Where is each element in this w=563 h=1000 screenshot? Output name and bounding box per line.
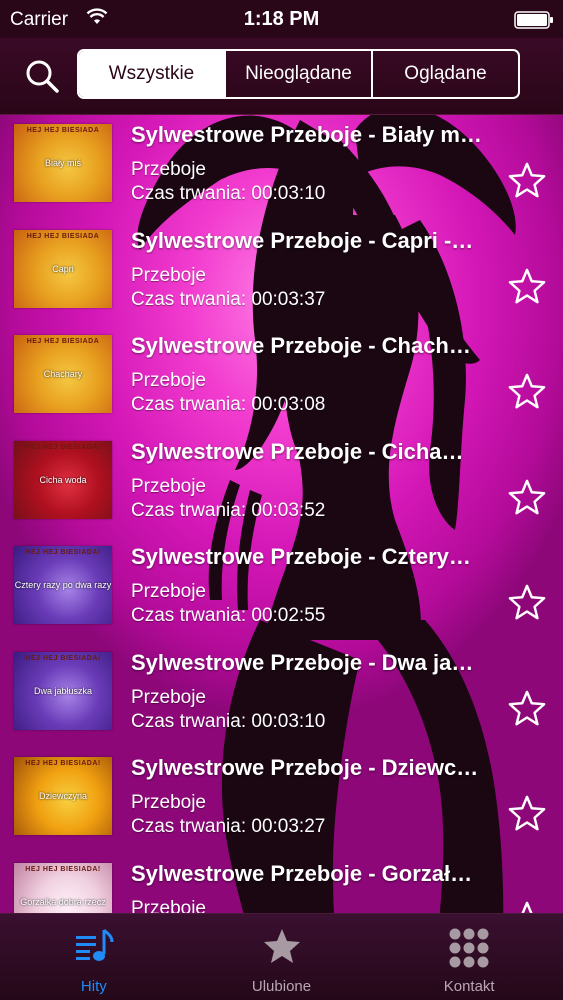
segment-unwatched[interactable]: Nieoglądane (224, 51, 371, 97)
thumbnail-header: HEJ HEJ BIESIADA! (25, 865, 101, 873)
song-duration: Czas trwania: 00:03:37 (131, 288, 326, 310)
song-category: Przeboje (131, 264, 206, 286)
star-outline-icon (515, 901, 539, 913)
star-outline-icon (508, 162, 546, 198)
song-category: Przeboje (131, 581, 206, 602)
song-row[interactable]: HEJ HEJ BIESIADA! Cicha woda Sylwestrowe P… (0, 433, 563, 538)
star-outline-icon (508, 690, 546, 725)
song-category: Przeboje (131, 686, 206, 708)
thumbnail-label: Gorzałka dobra rzecz (20, 896, 106, 907)
song-duration: Czas trwania: 00:03:08 (131, 394, 326, 415)
thumbnail-header: HEJ HEJ BIESIADA (26, 127, 100, 134)
tab-ulubione[interactable]: Ulubione (188, 914, 376, 1000)
song-thumbnail: HEJ HEJ BIESIADA Chachary (14, 335, 112, 413)
song-thumbnail: HEJ HEJ BIESIADA Biały miś (14, 124, 112, 202)
favorite-star-button[interactable] (508, 372, 546, 410)
tab-kontakt-label: Kontakt (443, 978, 495, 995)
song-category: Przeboje (131, 792, 206, 813)
tab-hity-label: Hity (80, 978, 107, 995)
favorite-star-button[interactable] (508, 161, 546, 199)
song-duration: Czas trwania: 00:03:52 (131, 499, 326, 521)
thumbnail-label: Dwa jabłuszka (33, 685, 93, 696)
thumbnail-header: HEJ HEJ BIESIADA! (25, 760, 101, 767)
song-thumbnail: HEJ HEJ BIESIADA! Gorzałka dobra rzecz (14, 862, 112, 913)
song-duration: Czas trwania: 00:03:10 (131, 183, 326, 204)
favorite-star-button[interactable] (508, 478, 546, 516)
song-thumbnail: HEJ HEJ BIESIADA! Cztery razy po dwa razy (14, 546, 112, 624)
thumbnail-header: HEJ HEJ BIESIADA! (25, 549, 101, 556)
song-title: Sylwestrowe Przeboje - Cicha… (131, 438, 464, 464)
thumbnail-label: Capri (52, 263, 74, 274)
app-screen: Carrier 1:18 PM Wszystkie Nieoglądane Og… (0, 0, 563, 1000)
status-bar: Carrier 1:18 PM (0, 0, 563, 38)
song-title: Sylwestrowe Przeboje - Cztery… (131, 544, 471, 569)
tab-hity[interactable]: Hity (0, 914, 188, 1000)
song-row[interactable]: HEJ HEJ BIESIADA! Gorzałka dobra rzecz Syl… (0, 855, 563, 914)
song-title: Sylwestrowe Przeboje - Gorzał… (131, 860, 473, 886)
song-row[interactable]: HEJ HEJ BIESIADA! Dziewczyna Sylwestrowe P… (0, 749, 563, 854)
song-thumbnail: HEJ HEJ BIESIADA! Dwa jabłuszka (14, 651, 112, 730)
song-row[interactable]: HEJ HEJ BIESIADA Biały miś Sylwestrowe Prz… (0, 116, 563, 221)
star-icon (263, 929, 300, 963)
song-row[interactable]: HEJ HEJ BIESIADA Capri Sylwestrowe Przeboj… (0, 222, 563, 327)
song-title: Sylwestrowe Przeboje - Dwa ja… (131, 649, 474, 675)
song-category: Przeboje (131, 475, 206, 497)
song-duration: Czas trwania: 00:03:10 (131, 710, 326, 732)
song-row[interactable]: HEJ HEJ BIESIADA Chachary Sylwestrowe Prze… (0, 327, 563, 432)
favorite-star-button[interactable] (508, 689, 546, 727)
music-list-icon (75, 928, 114, 961)
song-row[interactable]: HEJ HEJ BIESIADA! Cztery razy po dwa razy… (0, 538, 563, 643)
segment-all[interactable]: Wszystkie (79, 51, 224, 97)
thumbnail-label: Cicha woda (39, 474, 87, 485)
song-category: Przeboje (131, 159, 206, 180)
song-duration: Czas trwania: 00:02:55 (131, 605, 326, 626)
battery-icon (514, 11, 553, 29)
song-row[interactable]: HEJ HEJ BIESIADA! Dwa jabłuszka Sylwestrow… (0, 644, 563, 749)
favorite-star-button[interactable] (508, 583, 546, 621)
song-title: Sylwestrowe Przeboje - Dziewc… (131, 755, 479, 780)
song-thumbnail: HEJ HEJ BIESIADA! Dziewczyna (14, 757, 112, 835)
star-outline-icon (508, 795, 546, 831)
thumbnail-header: HEJ HEJ BIESIADA! (25, 654, 101, 662)
search-icon (26, 60, 59, 93)
thumbnail-header: HEJ HEJ BIESIADA (26, 232, 100, 240)
thumbnail-header: HEJ HEJ BIESIADA! (25, 443, 101, 451)
song-list[interactable]: HEJ HEJ BIESIADA Biały miś Sylwestrowe Prz… (0, 116, 563, 913)
star-outline-icon (508, 479, 546, 514)
song-title: Sylwestrowe Przeboje - Capri -… (131, 227, 474, 253)
thumbnail-label: Cztery razy po dwa razy (14, 580, 112, 590)
thumbnail-label: Dziewczyna (38, 791, 87, 801)
star-outline-icon (508, 268, 546, 303)
segment-watched[interactable]: Oglądane (371, 51, 518, 97)
favorite-star-button[interactable] (508, 794, 546, 832)
thumbnail-header: HEJ HEJ BIESIADA (26, 338, 100, 345)
keypad-icon (449, 928, 489, 968)
watched-filter-segmented-control: Wszystkie Nieoglądane Oglądane (77, 49, 520, 99)
favorite-star-button[interactable] (508, 900, 546, 913)
song-duration: Czas trwania: 00:03:27 (131, 816, 326, 837)
favorite-star-button[interactable] (508, 267, 546, 305)
filter-bar: Wszystkie Nieoglądane Oglądane (0, 38, 563, 115)
song-thumbnail: HEJ HEJ BIESIADA Capri (14, 229, 112, 308)
song-category: Przeboje (131, 370, 206, 391)
song-thumbnail: HEJ HEJ BIESIADA! Cicha woda (14, 440, 112, 519)
tab-ulubione-label: Ulubione (251, 978, 312, 995)
search-button[interactable] (22, 56, 64, 98)
song-title: Sylwestrowe Przeboje - Biały m… (131, 122, 482, 147)
song-title: Sylwestrowe Przeboje - Chach… (131, 333, 471, 358)
thumbnail-label: Biały miś (44, 158, 81, 168)
song-category: Przeboje (131, 897, 206, 914)
tab-bar: Hity Ulubione Kontakt (0, 913, 563, 1000)
thumbnail-label: Chachary (43, 369, 83, 379)
star-outline-icon (508, 584, 546, 620)
star-outline-icon (508, 373, 546, 409)
tab-kontakt[interactable]: Kontakt (375, 914, 563, 1000)
clock-label: 1:18 PM (243, 8, 320, 30)
